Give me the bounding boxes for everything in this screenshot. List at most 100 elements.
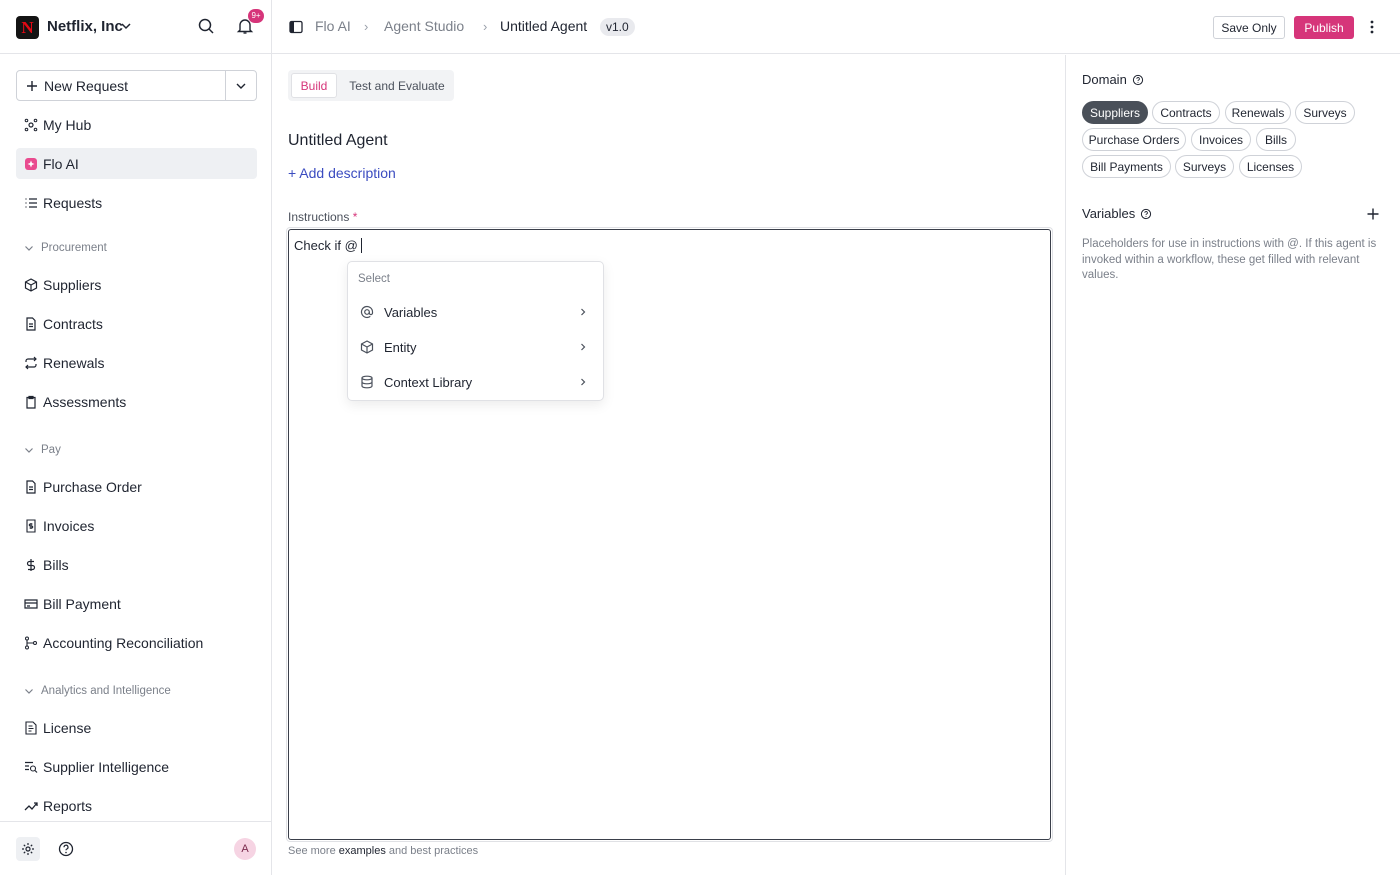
instructions-text: Check if @	[294, 238, 362, 253]
sidebar-item-label: Supplier Intelligence	[43, 758, 170, 775]
section-pay[interactable]: Pay	[24, 444, 61, 456]
plus-icon	[27, 80, 37, 91]
sidebar-item-assessments[interactable]: Assessments	[16, 386, 257, 417]
chevron-down-icon[interactable]	[119, 19, 133, 33]
new-request-dropdown[interactable]	[226, 71, 256, 100]
sidebar-item-label: Suppliers	[43, 276, 102, 293]
domain-chip-renewals[interactable]: Renewals	[1225, 101, 1291, 124]
breadcrumb-flo-ai[interactable]: Flo AI	[315, 18, 351, 34]
org-bar: N Netflix, Inc 9+	[0, 0, 271, 54]
sidebar-item-label: License	[43, 719, 92, 736]
help-icon[interactable]	[1132, 74, 1144, 86]
list-icon	[25, 197, 37, 208]
domain-chip-invoices[interactable]: Invoices	[1191, 128, 1251, 151]
sidebar-item-invoices[interactable]: Invoices	[16, 510, 257, 541]
add-description-link[interactable]: + Add description	[288, 165, 396, 181]
database-icon	[361, 375, 373, 389]
chevron-down-icon	[236, 83, 246, 89]
dropdown-item-entity[interactable]: Entity	[352, 331, 600, 363]
receipt-icon	[26, 518, 36, 533]
sidebar-item-suppliers[interactable]: Suppliers	[16, 269, 257, 300]
document-icon	[26, 316, 36, 331]
breadcrumb-agent-studio[interactable]: Agent Studio	[384, 18, 464, 34]
tab-test-and-evaluate[interactable]: Test and Evaluate	[343, 73, 451, 98]
save-only-button[interactable]: Save Only	[1213, 16, 1285, 39]
domain-chip-licenses[interactable]: Licenses	[1239, 155, 1302, 178]
dropdown-item-label: Context Library	[384, 374, 473, 390]
tab-build[interactable]: Build	[291, 73, 337, 98]
domain-chip-bills[interactable]: Bills	[1256, 128, 1296, 151]
new-request-label: New Request	[44, 77, 129, 94]
section-procurement[interactable]: Procurement	[24, 242, 107, 254]
sidebar-item-renewals[interactable]: Renewals	[16, 347, 257, 378]
avatar[interactable]: A	[234, 838, 256, 860]
dropdown-header: Select	[358, 273, 390, 285]
section-title: Analytics and Intelligence	[41, 685, 171, 697]
publish-button[interactable]: Publish	[1294, 16, 1354, 39]
sidebar-item-accounting-reconciliation[interactable]: Accounting Reconciliation	[16, 627, 257, 658]
sidebar-item-reports[interactable]: Reports	[16, 790, 257, 821]
dropdown-item-label: Variables	[384, 304, 438, 320]
domain-chip-purchase-orders[interactable]: Purchase Orders	[1082, 128, 1186, 151]
flo-ai-icon	[25, 157, 37, 170]
sidebar-item-label: Requests	[43, 194, 103, 211]
chevron-right-icon	[581, 308, 586, 316]
sidebar-toggle-icon[interactable]	[289, 20, 303, 34]
dollar-icon	[26, 558, 36, 571]
examples-link[interactable]: examples	[339, 845, 386, 857]
dropdown-item-label: Entity	[384, 339, 417, 355]
mention-dropdown: Select Variables Entity Context Library	[347, 261, 604, 401]
section-analytics[interactable]: Analytics and Intelligence	[24, 685, 171, 697]
sidebar-item-label: Bills	[43, 556, 69, 573]
sidebar: N Netflix, Inc 9+ New Request My Hub Flo…	[0, 0, 272, 875]
section-title: Pay	[41, 444, 61, 456]
chevron-down-icon	[25, 448, 33, 453]
domain-chip-surveys-2[interactable]: Surveys	[1175, 155, 1234, 178]
sidebar-item-my-hub[interactable]: My Hub	[16, 109, 257, 140]
sidebar-footer: A	[0, 821, 271, 875]
hub-icon	[24, 118, 38, 131]
domain-title: Domain	[1082, 72, 1144, 87]
at-sign-icon	[360, 305, 374, 319]
add-variable-icon[interactable]	[1366, 207, 1380, 221]
domain-chip-bill-payments[interactable]: Bill Payments	[1082, 155, 1171, 178]
hint-suffix: and best practices	[385, 845, 479, 857]
app-root: N Netflix, Inc 9+ New Request My Hub Flo…	[0, 0, 1400, 875]
license-icon	[25, 720, 37, 735]
top-header: Flo AI › Agent Studio › Untitled Agent v…	[272, 0, 1400, 54]
cube-icon	[24, 277, 38, 292]
dropdown-item-variables[interactable]: Variables	[352, 296, 600, 328]
sidebar-item-label: Assessments	[43, 393, 127, 410]
domain-chip-suppliers[interactable]: Suppliers	[1082, 101, 1148, 124]
sidebar-item-purchase-order[interactable]: Purchase Order	[16, 471, 257, 502]
sidebar-item-bills[interactable]: Bills	[16, 549, 257, 580]
settings-button[interactable]	[16, 837, 40, 861]
search-list-icon	[25, 761, 38, 773]
domain-chip-contracts[interactable]: Contracts	[1152, 101, 1220, 124]
help-icon[interactable]	[1140, 208, 1152, 220]
sidebar-item-bill-payment[interactable]: Bill Payment	[16, 588, 257, 619]
breadcrumb-separator: ›	[364, 19, 369, 34]
breadcrumb-separator: ›	[483, 19, 488, 34]
more-options-icon[interactable]	[1365, 19, 1379, 35]
dropdown-item-context-library[interactable]: Context Library	[352, 366, 600, 398]
agent-title[interactable]: Untitled Agent	[288, 132, 388, 150]
search-icon[interactable]	[197, 17, 215, 35]
breadcrumb-current: Untitled Agent	[500, 18, 588, 34]
new-request-button[interactable]: New Request	[17, 71, 226, 100]
org-name[interactable]: Netflix, Inc	[47, 18, 123, 35]
org-logo-letter: N	[21, 18, 34, 37]
sidebar-item-flo-ai[interactable]: Flo AI	[16, 148, 257, 179]
instructions-label: Instructions *	[288, 210, 357, 224]
sidebar-item-license[interactable]: License	[16, 712, 257, 743]
sidebar-item-label: Invoices	[43, 517, 95, 534]
sidebar-item-label: Contracts	[43, 315, 103, 332]
domain-chip-surveys[interactable]: Surveys	[1295, 101, 1355, 124]
clipboard-icon	[26, 395, 36, 409]
instructions-hint: See more examples and best practices	[288, 845, 478, 857]
sidebar-item-requests[interactable]: Requests	[16, 187, 257, 218]
sidebar-item-supplier-intelligence[interactable]: Supplier Intelligence	[16, 751, 257, 782]
help-icon[interactable]	[57, 840, 75, 858]
sidebar-item-contracts[interactable]: Contracts	[16, 308, 257, 339]
org-logo[interactable]: N	[16, 16, 39, 39]
